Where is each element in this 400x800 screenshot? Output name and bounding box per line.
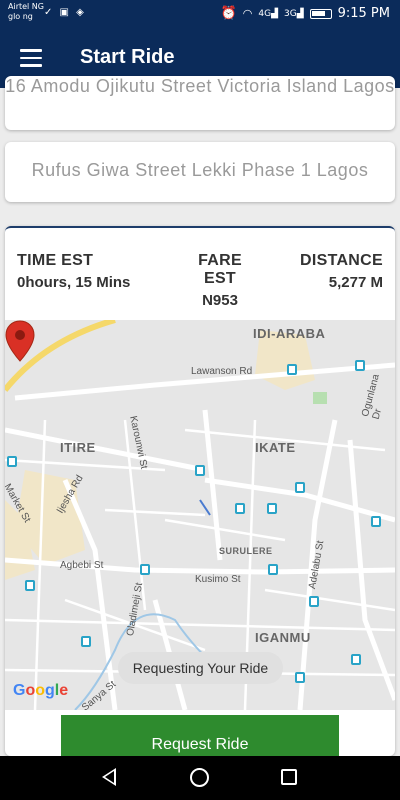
bus-stop-icon — [25, 580, 35, 591]
street-label: Kusimo St — [195, 574, 241, 585]
time-estimate-label: TIME EST — [17, 252, 94, 269]
google-logo: Google — [13, 682, 69, 699]
carrier-name-2: glo ng — [8, 12, 33, 21]
distance: DISTANCE 5,277 M — [300, 252, 383, 291]
bus-stop-icon — [267, 503, 277, 514]
distance-value: 5,277 M — [328, 274, 383, 291]
signal-4g-icon: 4G▟ — [258, 8, 278, 19]
bus-stop-icon — [235, 503, 245, 514]
map-area-label: ITIRE — [60, 440, 96, 455]
page-title: Start Ride — [80, 46, 175, 68]
notification-icons: ✓ ▣ ◈ — [44, 7, 86, 18]
home-icon[interactable] — [190, 768, 209, 787]
system-navigation-bar — [0, 756, 400, 800]
pickup-address-field[interactable]: 16 Amodu Ojikutu Street Victoria Island … — [5, 76, 395, 130]
map-area-label: SURULERE — [219, 546, 273, 556]
bus-stop-icon — [268, 564, 278, 575]
hamburger-menu-icon[interactable] — [20, 49, 42, 67]
location-pin-icon[interactable] — [5, 320, 35, 362]
recent-apps-icon[interactable] — [281, 769, 297, 785]
fare-estimate-value: N953 — [202, 292, 238, 309]
bus-stop-icon — [371, 516, 381, 527]
signal-3g-icon: 3G▟ — [283, 8, 304, 19]
bus-stop-icon — [351, 654, 361, 665]
bus-stop-icon — [81, 636, 91, 647]
distance-label: DISTANCE — [300, 252, 383, 269]
back-icon[interactable] — [102, 768, 116, 786]
request-ride-button[interactable]: Request Ride — [61, 715, 339, 760]
street-label: Lawanson Rd — [191, 366, 253, 377]
bus-stop-icon — [7, 456, 17, 467]
destination-address-field[interactable]: Rufus Giwa Street Lekki Phase 1 Lagos — [5, 142, 395, 202]
ride-status-toast: Requesting Your Ride — [118, 652, 283, 684]
status-bar: Airtel NG glo ng ✓ ▣ ◈ ⏰ ◠ 4G▟ 3G▟ 9:15 … — [0, 0, 400, 30]
route-map[interactable]: IDI-ARABA ITIRE IKATE SURULERE IGANMU La… — [5, 320, 395, 710]
map-area-label: IKATE — [255, 440, 296, 455]
bus-stop-icon — [355, 360, 365, 371]
bus-stop-icon — [295, 482, 305, 493]
pickup-address-text: 16 Amodu Ojikutu Street Victoria Island … — [5, 76, 395, 96]
street-label: Agbebi St — [60, 560, 104, 571]
destination-address-text: Rufus Giwa Street Lekki Phase 1 Lagos — [31, 160, 369, 180]
network-4g-label: 4G — [258, 8, 272, 19]
status-right: ⏰ ◠ 4G▟ 3G▟ 9:15 PM — [221, 6, 390, 21]
bus-stop-icon — [309, 596, 319, 607]
bus-stop-icon — [287, 364, 297, 375]
network-3g-label: 3G — [283, 8, 297, 19]
fare-estimate: FARE EST N953 — [180, 252, 260, 309]
alarm-icon: ⏰ — [220, 6, 237, 21]
fare-estimate-label: FARE EST — [198, 252, 242, 287]
map-area-label: IDI-ARABA — [253, 326, 326, 341]
bus-stop-icon — [295, 672, 305, 683]
battery-icon — [309, 8, 332, 19]
carrier-info: Airtel NG glo ng — [8, 2, 48, 22]
time-estimate: TIME EST 0hours, 15 Mins — [17, 252, 130, 291]
map-area-label: IGANMU — [255, 630, 311, 645]
clock: 9:15 PM — [337, 6, 390, 21]
bus-stop-icon — [195, 465, 205, 476]
carrier-name-1: Airtel NG — [8, 2, 44, 11]
time-estimate-value: 0hours, 15 Mins — [17, 274, 131, 291]
ride-info-card: TIME EST 0hours, 15 Mins FARE EST N953 D… — [5, 226, 395, 756]
bus-stop-icon — [140, 564, 150, 575]
wifi-icon: ◠ — [242, 7, 253, 20]
